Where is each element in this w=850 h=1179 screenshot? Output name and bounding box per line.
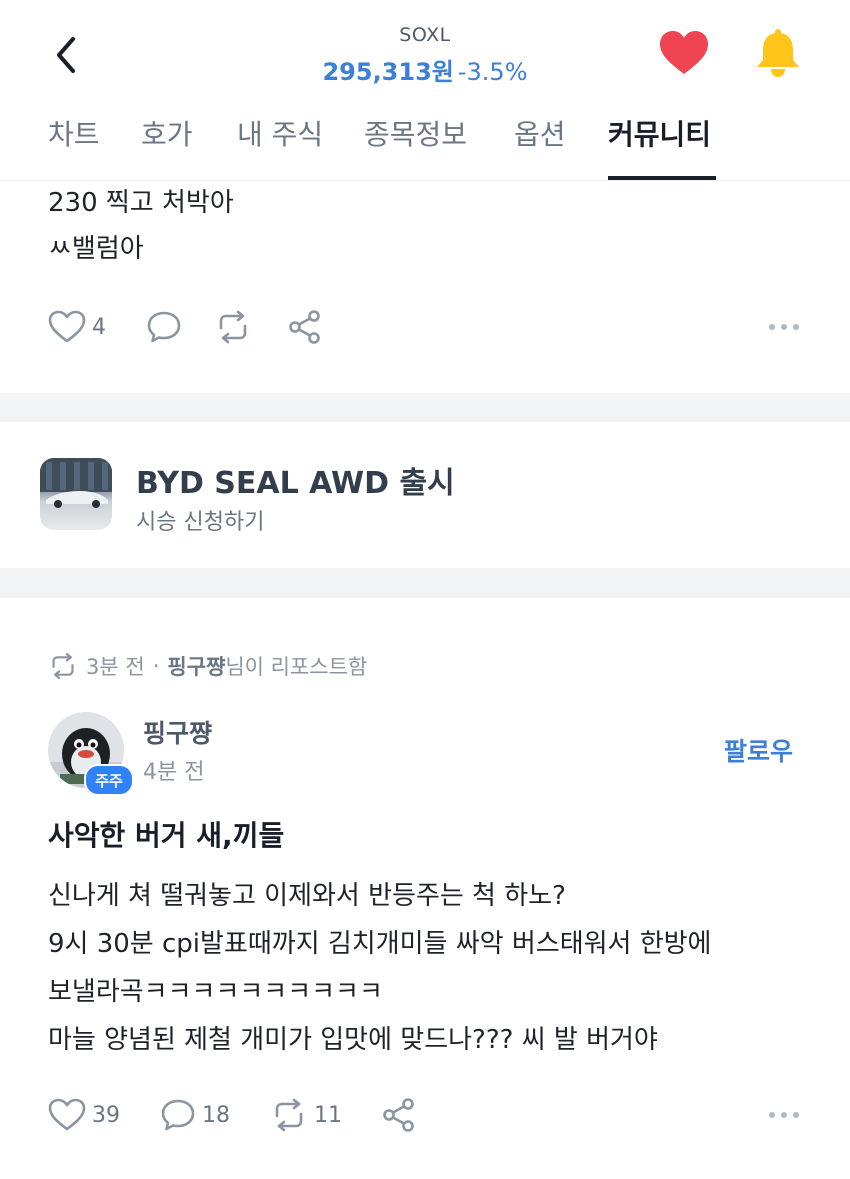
repost-user[interactable]: 핑구쨩	[167, 651, 225, 681]
repost-time: 3분 전	[86, 655, 145, 679]
repost-icon	[52, 653, 74, 679]
more-button[interactable]	[768, 302, 800, 352]
post-time: 4분 전	[143, 760, 205, 785]
heart-outline-icon	[48, 1098, 86, 1131]
share-icon	[383, 1098, 414, 1132]
repost-count: 11	[314, 1102, 342, 1128]
comment-button[interactable]	[146, 302, 182, 352]
tab-options[interactable]: 옵션	[514, 112, 566, 178]
like-button[interactable]: 4	[48, 302, 106, 352]
post-line: 보낼라곡ㅋㅋㅋㅋㅋㅋㅋㅋㅋㅋ	[48, 977, 383, 1007]
like-count: 39	[92, 1102, 120, 1128]
post-line: 마늘 양념된 제철 개미가 입맛에 맞드나??? 씨 발 버거야	[48, 1025, 658, 1055]
comment-icon	[147, 311, 181, 343]
post-body: 230 찍고 처박아 ㅆ밸럼아	[48, 180, 234, 272]
tab-orderbook[interactable]: 호가	[141, 112, 193, 178]
tab-chart[interactable]: 차트	[48, 112, 100, 178]
alarm-button[interactable]	[752, 28, 808, 80]
share-button[interactable]	[382, 1090, 416, 1140]
post-body: 신나게 쳐 떨궈놓고 이제와서 반등주는 척 하노? 9시 30분 cpi발표때…	[48, 872, 838, 1064]
like-count: 4	[92, 314, 106, 340]
post-line: 신나게 쳐 떨궈놓고 이제와서 반등주는 척 하노?	[48, 881, 566, 911]
repost-icon	[219, 310, 247, 344]
ad-thumbnail	[40, 458, 112, 530]
more-dots-icon	[769, 1112, 799, 1118]
tab-community[interactable]: 커뮤니티	[608, 112, 711, 178]
follow-button[interactable]: 팔로우	[724, 732, 793, 768]
tab-bar: 차트 호가 내 주식 종목정보 옵션 커뮤니티	[0, 112, 850, 181]
ticker-symbol: SOXL	[399, 24, 451, 46]
like-button[interactable]: 39	[48, 1090, 120, 1140]
price-summary: 295,313원 -3.5%	[0, 52, 850, 87]
post-line: ㅆ밸럼아	[48, 234, 144, 264]
heart-icon	[660, 31, 708, 74]
post-actions: 39 18 11	[48, 1090, 808, 1140]
repost-notice: 3분 전 · 핑구쨩 님이 리포스트함	[48, 650, 367, 682]
post-line: 230 찍고 처박아	[48, 188, 234, 218]
current-price: 295,313원	[322, 58, 454, 86]
more-button[interactable]	[768, 1090, 800, 1140]
heart-outline-icon	[48, 310, 86, 343]
repost-button[interactable]	[214, 302, 252, 352]
post-actions: 4	[48, 302, 808, 352]
repost-icon	[275, 1098, 303, 1132]
ad-subtitle: 시승 신청하기	[136, 510, 265, 535]
section-divider	[0, 568, 850, 598]
shareholder-badge: 주주	[84, 764, 134, 796]
author-name[interactable]: 핑구쨩	[143, 714, 212, 750]
active-tab-indicator	[608, 176, 716, 180]
post-line: 9시 30분 cpi발표때까지 김치개미들 싸악 버스태워서 한방에	[48, 929, 712, 959]
repost-button[interactable]: 11	[270, 1090, 342, 1140]
post-title: 사악한 버거 새,끼들	[48, 819, 285, 852]
ad-title: BYD SEAL AWD 출시	[136, 466, 455, 501]
section-divider	[0, 393, 850, 422]
bell-icon	[757, 29, 799, 77]
comment-count: 18	[202, 1102, 230, 1128]
repost-suffix: 님이 리포스트함	[225, 655, 368, 679]
more-dots-icon	[769, 324, 799, 330]
tab-stock-info[interactable]: 종목정보	[364, 112, 467, 178]
comment-button[interactable]: 18	[160, 1090, 230, 1140]
price-change: -3.5%	[457, 58, 528, 86]
share-button[interactable]	[288, 302, 322, 352]
comment-icon	[161, 1099, 195, 1131]
tab-my-stock[interactable]: 내 주식	[237, 112, 323, 178]
share-icon	[289, 310, 320, 344]
repost-separator: ·	[152, 654, 160, 678]
favorite-button[interactable]	[658, 30, 714, 80]
